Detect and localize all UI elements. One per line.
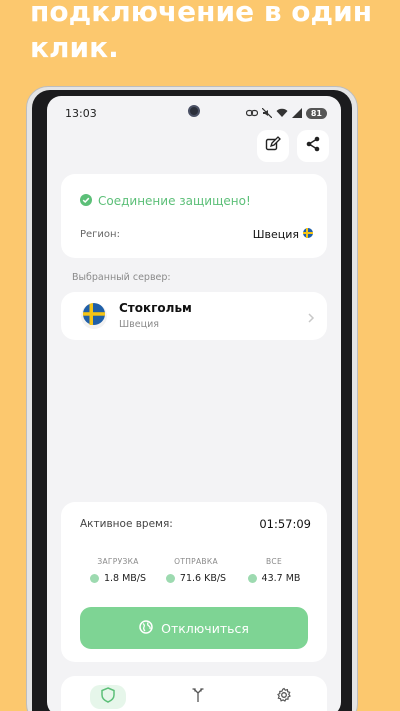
check-circle-icon bbox=[80, 191, 92, 210]
battery-indicator: 81 bbox=[305, 107, 327, 119]
routes-icon bbox=[190, 687, 206, 707]
settings-gear-icon bbox=[276, 687, 292, 707]
server-flag bbox=[81, 303, 107, 329]
share-icon bbox=[305, 136, 321, 156]
region-value: Швеция bbox=[253, 228, 313, 241]
download-value: 1.8 MB/S bbox=[103, 573, 147, 584]
sweden-flag-icon bbox=[83, 303, 105, 329]
mute-icon bbox=[261, 108, 272, 118]
disconnect-label: Отключиться bbox=[161, 620, 249, 636]
traffic-stats: ЗАГРУЗКА 1.8 MB/S ОТПРАВКА 71.6 KB/S ВСЕ… bbox=[79, 557, 313, 584]
link-icon bbox=[245, 109, 258, 117]
selected-server-card[interactable]: Стокгольм Швеция bbox=[61, 292, 327, 340]
tab-protection[interactable] bbox=[90, 685, 126, 709]
upload-label: ОТПРАВКА bbox=[174, 557, 218, 566]
app-screen: 13:03 81 Соединение защищено! Регион: Шв… bbox=[47, 96, 341, 711]
connection-status-card: Соединение защищено! Регион: Швеция bbox=[61, 174, 327, 258]
active-time-label: Активное время: bbox=[80, 518, 173, 530]
promo-headline: подключение в один клик. bbox=[30, 0, 373, 64]
active-time-value: 01:57:09 bbox=[259, 517, 311, 531]
server-name: Стокгольм bbox=[119, 301, 192, 315]
total-label: ВСЕ bbox=[265, 557, 283, 566]
total-stat: ВСЕ 43.7 MB bbox=[235, 557, 313, 584]
wifi-icon bbox=[276, 108, 288, 118]
download-stat: ЗАГРУЗКА 1.8 MB/S bbox=[79, 557, 157, 584]
status-icons: 81 bbox=[245, 107, 327, 119]
globe-icon bbox=[139, 619, 153, 637]
share-button[interactable] bbox=[297, 130, 329, 162]
tab-settings[interactable] bbox=[270, 685, 298, 709]
edit-icon bbox=[265, 136, 281, 156]
edit-button[interactable] bbox=[257, 130, 289, 162]
signal-icon bbox=[291, 108, 302, 118]
upload-value-row: 71.6 KB/S bbox=[157, 573, 235, 584]
shield-icon bbox=[101, 687, 115, 707]
tab-routes[interactable] bbox=[184, 685, 212, 709]
region-row: Регион: Швеция bbox=[80, 228, 313, 241]
upload-value: 71.6 KB/S bbox=[179, 573, 227, 584]
front-camera bbox=[188, 105, 200, 117]
status-dot bbox=[165, 574, 175, 583]
download-label: ЗАГРУЗКА bbox=[97, 557, 139, 566]
status-dot bbox=[89, 574, 99, 583]
server-country: Швеция bbox=[119, 319, 159, 330]
bottom-tab-bar bbox=[61, 676, 327, 711]
status-time: 13:03 bbox=[65, 106, 97, 120]
selected-server-label: Выбранный сервер: bbox=[72, 272, 171, 283]
total-value-row: 43.7 MB bbox=[235, 573, 313, 584]
status-dot bbox=[247, 574, 257, 583]
region-label: Регион: bbox=[80, 229, 120, 240]
secure-status: Соединение защищено! bbox=[80, 191, 251, 210]
sweden-flag-icon bbox=[303, 228, 313, 241]
session-stats-card: Активное время: 01:57:09 ЗАГРУЗКА 1.8 MB… bbox=[61, 502, 327, 662]
chevron-right-icon bbox=[307, 309, 315, 328]
region-value-text: Швеция bbox=[252, 228, 299, 241]
active-time-row: Активное время: 01:57:09 bbox=[80, 517, 311, 531]
top-actions bbox=[257, 130, 329, 162]
upload-stat: ОТПРАВКА 71.6 KB/S bbox=[157, 557, 235, 584]
disconnect-button[interactable]: Отключиться bbox=[80, 607, 308, 649]
download-value-row: 1.8 MB/S bbox=[79, 573, 157, 584]
total-value: 43.7 MB bbox=[261, 573, 301, 584]
secure-text: Соединение защищено! bbox=[98, 193, 251, 208]
